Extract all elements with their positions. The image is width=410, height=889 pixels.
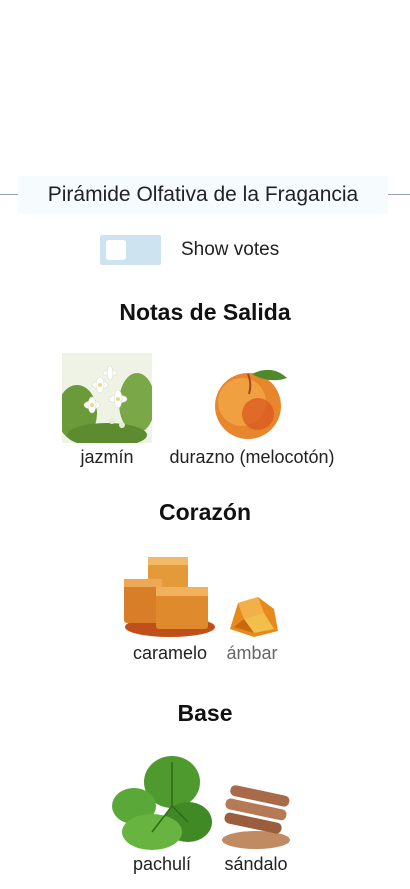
section-title-top-notes: Notas de Salida	[119, 299, 291, 325]
peach-icon	[212, 364, 292, 443]
caramel-cubes-icon	[122, 555, 218, 639]
note-label: ámbar	[226, 643, 278, 663]
toggle-knob	[106, 240, 126, 260]
note-label: sándalo	[224, 854, 288, 874]
note-label: jazmín	[80, 447, 134, 467]
section-title-heart-notes: Corazón	[159, 499, 251, 525]
note-label: caramelo	[132, 643, 208, 663]
note-durazno[interactable]: durazno (melocotón)	[160, 364, 344, 468]
note-caramelo[interactable]: caramelo	[122, 555, 218, 664]
note-label: pachulí	[132, 854, 192, 874]
note-ambar[interactable]: ámbar	[222, 593, 282, 664]
jasmine-flower-icon	[62, 353, 152, 443]
show-votes-label: Show votes	[181, 239, 280, 260]
note-pachuli[interactable]: pachulí	[112, 754, 212, 875]
pyramid-header: Pirámide Olfativa de la Fragancia	[0, 174, 410, 214]
section-title-base-notes: Base	[177, 700, 233, 726]
show-votes-row: Show votes	[0, 233, 410, 267]
pyramid-title: Pirámide Olfativa de la Fragancia	[18, 176, 388, 214]
note-jazmin[interactable]: jazmín	[62, 353, 152, 468]
amber-resin-icon	[224, 593, 280, 639]
sandalwood-sticks-icon	[220, 784, 292, 850]
show-votes-toggle[interactable]	[100, 235, 161, 265]
note-label: durazno (melocotón)	[169, 447, 335, 467]
header-divider-right	[388, 194, 410, 195]
header-divider-left	[0, 194, 18, 195]
note-sandalo[interactable]: sándalo	[216, 784, 296, 875]
patchouli-leaves-icon	[112, 754, 212, 850]
